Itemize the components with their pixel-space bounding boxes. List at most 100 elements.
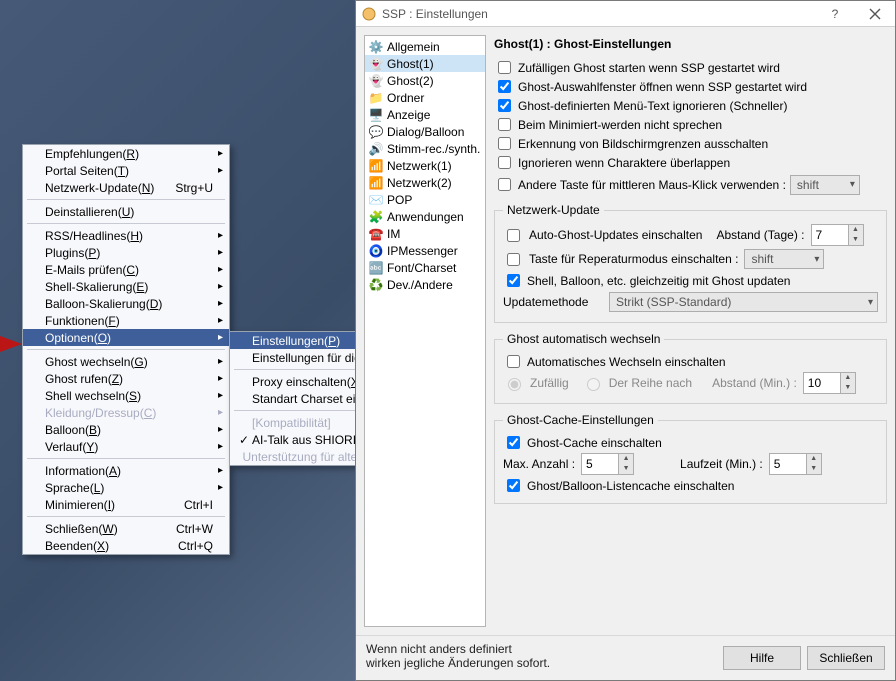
main-menu-item[interactable]: Plugins(P)▸: [23, 244, 229, 261]
main-menu-item[interactable]: Shell wechseln(S)▸: [23, 387, 229, 404]
cache-enable-check[interactable]: [507, 436, 520, 449]
main-menu-item[interactable]: Schließen(W)Ctrl+W: [23, 520, 229, 537]
tree-icon: 🖥️: [368, 107, 384, 123]
tree-item[interactable]: 📶Netzwerk(1): [365, 157, 485, 174]
menu-item-accel: Ctrl+Q: [178, 539, 213, 553]
order-radio[interactable]: [587, 378, 600, 391]
menu-separator: [27, 223, 225, 224]
option-label: Beim Minimiert-werden nicht sprechen: [518, 118, 722, 132]
main-menu-item[interactable]: Optionen(O)▸: [23, 329, 229, 346]
mouse-check[interactable]: [498, 178, 511, 191]
submenu-arrow-icon: ▸: [213, 356, 223, 367]
main-menu-item[interactable]: Minimieren(I)Ctrl+I: [23, 496, 229, 513]
main-menu-item[interactable]: Netzwerk-Update(N)Strg+U: [23, 179, 229, 196]
settings-pane: Ghost(1) : Ghost-Einstellungen Zufällige…: [494, 35, 887, 627]
main-menu-item[interactable]: Funktionen(F)▸: [23, 312, 229, 329]
tree-label: Dialog/Balloon: [387, 125, 464, 139]
auto-switch-label: Automatisches Wechseln einschalten: [527, 355, 726, 369]
tree-label: Netzwerk(1): [387, 159, 452, 173]
submenu-arrow-icon: ▸: [213, 281, 223, 292]
max-count-spin[interactable]: ▲▼: [581, 453, 634, 475]
menu-separator: [27, 458, 225, 459]
app-icon: [361, 6, 377, 22]
help-button[interactable]: ?: [815, 1, 855, 27]
random-radio[interactable]: [508, 378, 521, 391]
tree-icon: 👻: [368, 56, 384, 72]
tree-item[interactable]: 📶Netzwerk(2): [365, 174, 485, 191]
submenu-arrow-icon: ▸: [213, 247, 223, 258]
option-check[interactable]: [498, 80, 511, 93]
main-menu-item[interactable]: Sprache(L)▸: [23, 479, 229, 496]
menu-item-label: Shell wechseln(S): [45, 389, 213, 403]
option-check[interactable]: [498, 99, 511, 112]
auto-switch-check[interactable]: [507, 355, 520, 368]
mouse-combo[interactable]: shift: [790, 175, 860, 195]
runtime-spin[interactable]: ▲▼: [769, 453, 822, 475]
option-check[interactable]: [498, 156, 511, 169]
tree-item[interactable]: ♻️Dev./Andere: [365, 276, 485, 293]
main-menu-item[interactable]: Balloon(B)▸: [23, 421, 229, 438]
repair-label: Taste für Reperaturmodus einschalten :: [529, 252, 738, 266]
main-menu-item[interactable]: Beenden(X)Ctrl+Q: [23, 537, 229, 554]
main-menu-item[interactable]: Verlauf(Y)▸: [23, 438, 229, 455]
tree-item[interactable]: ✉️POP: [365, 191, 485, 208]
option-check[interactable]: [498, 61, 511, 74]
tree-icon: ♻️: [368, 277, 384, 293]
option-label: Zufälligen Ghost starten wenn SSP gestar…: [518, 61, 780, 75]
auto-update-check[interactable]: [507, 229, 520, 242]
main-menu-item[interactable]: RSS/Headlines(H)▸: [23, 227, 229, 244]
main-menu-item[interactable]: Empfehlungen(R)▸: [23, 145, 229, 162]
main-menu-item[interactable]: Shell-Skalierung(E)▸: [23, 278, 229, 295]
tree-icon: ☎️: [368, 226, 384, 242]
tree-icon: 👻: [368, 73, 384, 89]
close-dialog-button[interactable]: Schließen: [807, 646, 885, 670]
tree-item[interactable]: 🖥️Anzeige: [365, 106, 485, 123]
tree-icon: 📁: [368, 90, 384, 106]
close-button[interactable]: [855, 1, 895, 27]
random-label: Zufällig: [530, 376, 569, 390]
menu-item-label: Deinstallieren(U): [45, 205, 213, 219]
tree-item[interactable]: 💬Dialog/Balloon: [365, 123, 485, 140]
menu-item-label: Empfehlungen(R): [45, 147, 213, 161]
listcache-check[interactable]: [507, 479, 520, 492]
main-menu-item[interactable]: Ghost wechseln(G)▸: [23, 353, 229, 370]
days-spin[interactable]: ▲▼: [811, 224, 864, 246]
tree-item[interactable]: 👻Ghost(1): [365, 55, 485, 72]
switch-interval-spin[interactable]: ▲▼: [803, 372, 856, 394]
tree-item[interactable]: 🔊Stimm-rec./synth.: [365, 140, 485, 157]
main-menu-item[interactable]: Portal Seiten(T)▸: [23, 162, 229, 179]
tree-item[interactable]: 👻Ghost(2): [365, 72, 485, 89]
repair-combo[interactable]: shift: [744, 249, 824, 269]
repair-check[interactable]: [507, 253, 520, 266]
main-menu-item[interactable]: Information(A)▸: [23, 462, 229, 479]
footer-text: Wenn nicht anders definiert wirken jegli…: [366, 642, 717, 670]
option-check[interactable]: [498, 118, 511, 131]
submenu-arrow-icon: ▸: [213, 441, 223, 452]
tree-item[interactable]: 🧩Anwendungen: [365, 208, 485, 225]
menu-item-label: Verlauf(Y): [45, 440, 213, 454]
menu-item-label: Information(A): [45, 464, 213, 478]
main-menu-item[interactable]: Balloon-Skalierung(D)▸: [23, 295, 229, 312]
cache-enable-label: Ghost-Cache einschalten: [527, 436, 662, 450]
main-menu-item[interactable]: Deinstallieren(U): [23, 203, 229, 220]
main-menu-item[interactable]: Ghost rufen(Z)▸: [23, 370, 229, 387]
option-label: Ghost-Auswahlfenster öffnen wenn SSP ges…: [518, 80, 807, 94]
tree-item[interactable]: ⚙️Allgemein: [365, 38, 485, 55]
submenu-arrow-icon: ▸: [213, 407, 223, 418]
tree-item[interactable]: 🧿IPMessenger: [365, 242, 485, 259]
tree-item[interactable]: 🔤Font/Charset: [365, 259, 485, 276]
tree-item[interactable]: ☎️IM: [365, 225, 485, 242]
auto-switch-title: Ghost automatisch wechseln: [503, 332, 664, 346]
help-button[interactable]: Hilfe: [723, 646, 801, 670]
main-menu-item[interactable]: E-Mails prüfen(C)▸: [23, 261, 229, 278]
method-combo[interactable]: Strikt (SSP-Standard): [609, 292, 878, 312]
tree-item[interactable]: 📁Ordner: [365, 89, 485, 106]
tree-icon: 🧿: [368, 243, 384, 259]
option-check[interactable]: [498, 137, 511, 150]
check-icon: ✓: [238, 433, 250, 447]
option-label: Ignorieren wenn Charaktere überlappen: [518, 156, 730, 170]
tree-label: Anzeige: [387, 108, 430, 122]
shell-update-check[interactable]: [507, 274, 520, 287]
menu-item-accel: Ctrl+I: [184, 498, 213, 512]
tree-label: Font/Charset: [387, 261, 456, 275]
